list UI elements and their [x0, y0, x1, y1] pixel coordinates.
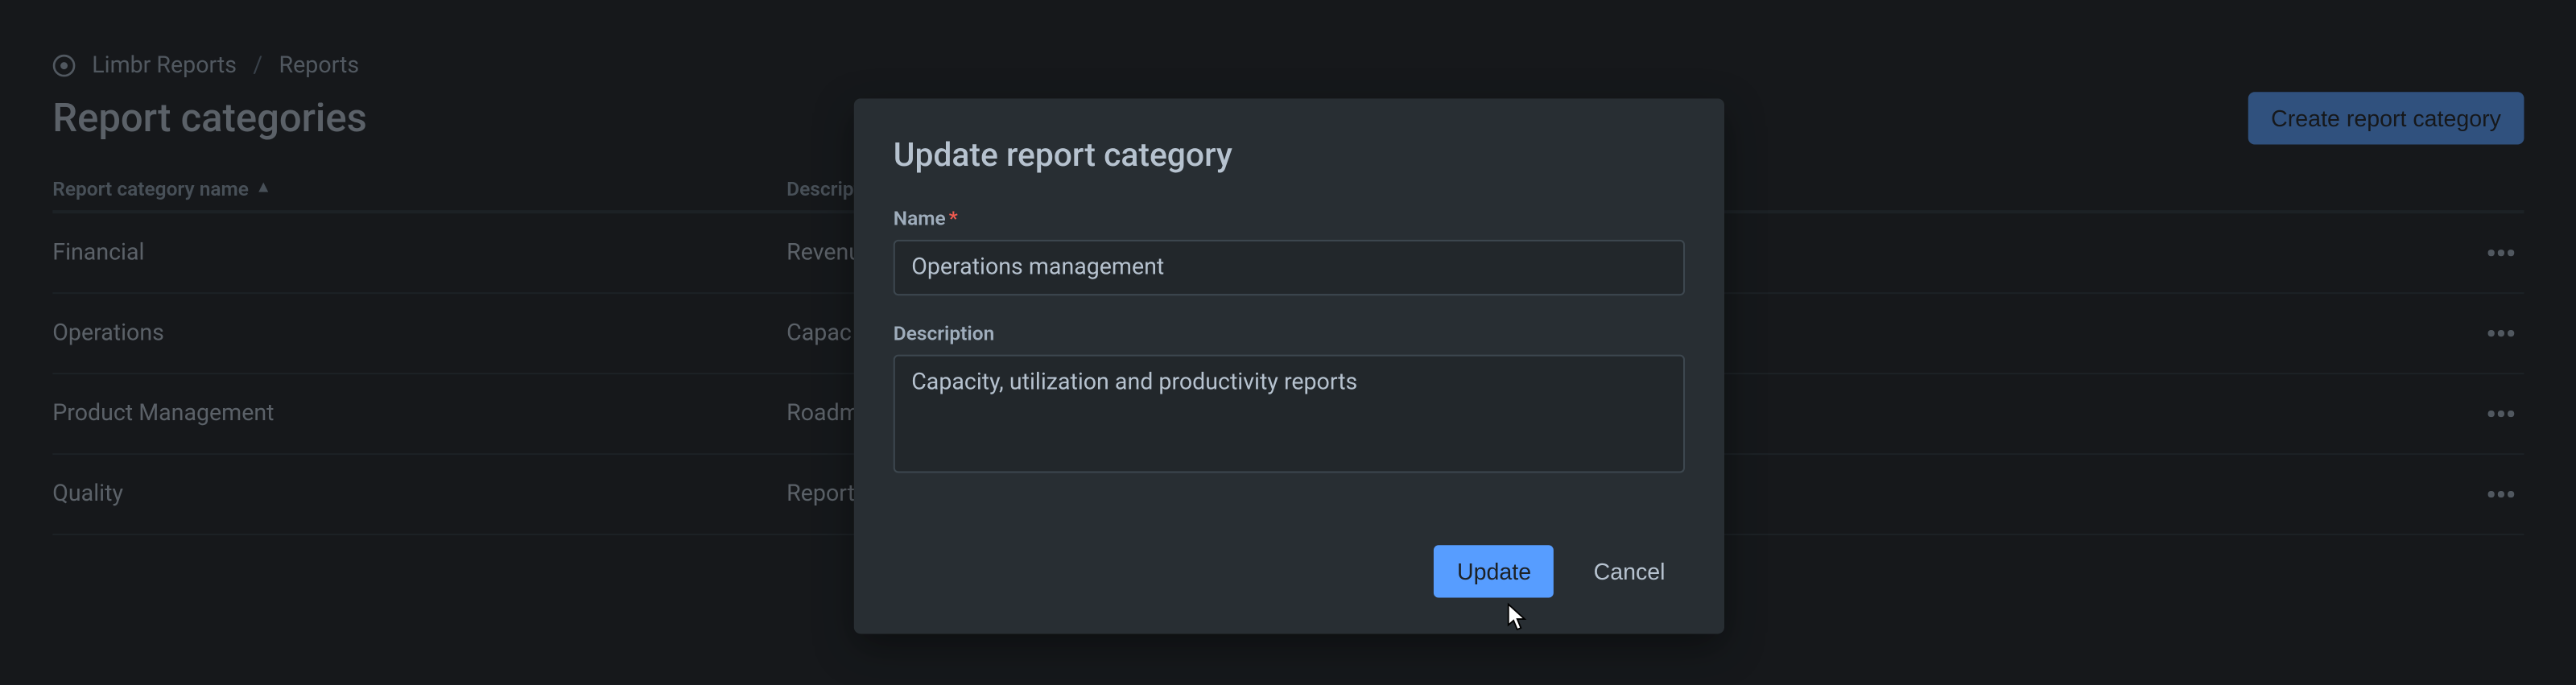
update-category-modal: Update report category Name* Description…	[854, 98, 1724, 633]
description-textarea[interactable]: Capacity, utilization and productivity r…	[894, 355, 1685, 473]
name-input[interactable]	[894, 240, 1685, 295]
required-indicator: *	[949, 207, 958, 230]
modal-title: Update report category	[894, 134, 1685, 174]
update-button[interactable]: Update	[1434, 545, 1554, 597]
name-field-label: Name*	[894, 207, 1685, 230]
name-label-text: Name	[894, 207, 946, 230]
description-field-label: Description	[894, 322, 1685, 345]
cancel-button[interactable]: Cancel	[1574, 545, 1685, 597]
